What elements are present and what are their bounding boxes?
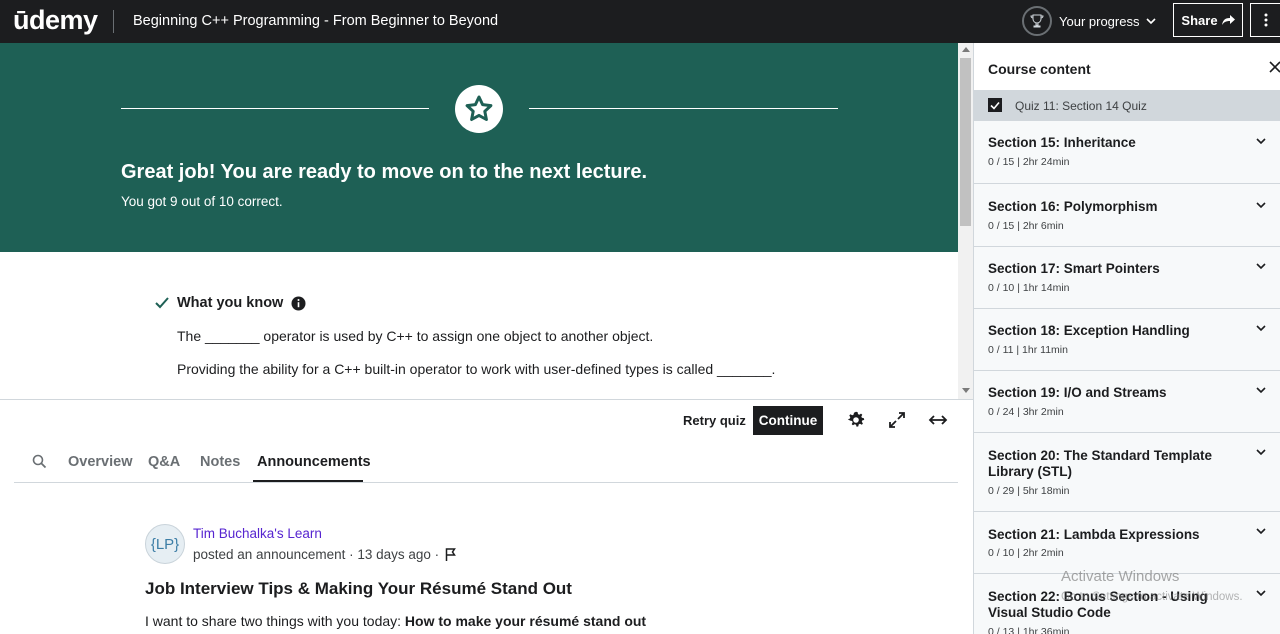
announcement-body: I want to share two things with you toda… (145, 613, 646, 629)
announcement-body-bold: How to make your résumé stand out (404, 613, 647, 629)
chevron-down-icon[interactable] (1255, 261, 1267, 271)
continue-button[interactable]: Continue (753, 406, 823, 435)
current-quiz-label: Quiz 11: Section 14 Quiz (1015, 99, 1147, 113)
content-scrollbar[interactable] (958, 43, 973, 399)
expand-width-icon[interactable] (928, 410, 948, 430)
announcement-title: Job Interview Tips & Making Your Résumé … (145, 579, 572, 598)
section-meta: 0 / 13 | 1hr 36min (988, 626, 1070, 634)
banner-divider-right (529, 108, 838, 109)
course-content-sidebar: Course content Quiz 11: Section 14 Quiz … (973, 43, 1280, 634)
flag-icon[interactable] (445, 548, 457, 561)
star-badge (455, 85, 503, 133)
checkbox-checked-icon[interactable] (988, 98, 1002, 112)
udemy-logo[interactable]: ūdemy (13, 5, 98, 36)
section-title: Section 15: Inheritance (988, 135, 1136, 150)
section-meta: 0 / 15 | 2hr 6min (988, 220, 1064, 232)
section-meta: 0 / 15 | 2hr 24min (988, 156, 1070, 168)
progress-label: Your progress (1059, 13, 1140, 29)
lecture-tabs: Overview Q&A Notes Announcements (14, 440, 958, 483)
quiz-controls-bar: Retry quiz Continue (0, 399, 973, 439)
tab-notes[interactable]: Notes (200, 454, 240, 470)
chevron-down-icon (1146, 17, 1157, 24)
section-meta: 0 / 10 | 2hr 2min (988, 547, 1064, 559)
what-you-know-panel: What you know The _______ operator is us… (0, 252, 958, 399)
scroll-down-icon[interactable] (962, 388, 970, 393)
chevron-down-icon[interactable] (1255, 136, 1267, 146)
sidebar-section[interactable]: Section 16: Polymorphism 0 / 15 | 2hr 6m… (974, 184, 1280, 247)
sidebar-section[interactable]: Section 19: I/O and Streams 0 / 24 | 3hr… (974, 371, 1280, 433)
quiz-result-banner: Great job! You are ready to move on to t… (0, 43, 958, 252)
scroll-up-icon[interactable] (962, 47, 970, 52)
sidebar-section[interactable]: Section 20: The Standard Template Librar… (974, 433, 1280, 512)
share-button[interactable]: Share (1173, 3, 1243, 37)
current-quiz-item[interactable]: Quiz 11: Section 14 Quiz (974, 91, 1280, 121)
active-tab-indicator (253, 480, 363, 482)
section-title: Section 17: Smart Pointers (988, 261, 1160, 276)
sidebar-section[interactable]: Section 21: Lambda Expressions 0 / 10 | … (974, 512, 1280, 574)
chevron-down-icon[interactable] (1255, 323, 1267, 333)
sidebar-section[interactable]: Section 17: Smart Pointers 0 / 10 | 1hr … (974, 247, 1280, 309)
announcement-body-text: I want to share two things with you toda… (145, 613, 402, 629)
section-title: Section 20: The Standard Template Librar… (988, 448, 1213, 479)
sidebar-title: Course content (988, 61, 1091, 77)
sidebar-header: Course content (974, 43, 1280, 91)
close-icon[interactable] (1267, 59, 1280, 75)
chevron-down-icon[interactable] (1255, 526, 1267, 536)
knowledge-item: Providing the ability for a C++ built-in… (177, 361, 776, 377)
course-title[interactable]: Beginning C++ Programming - From Beginne… (133, 13, 498, 29)
author-link[interactable]: Tim Buchalka's Learn (193, 526, 322, 541)
what-you-know-heading: What you know (155, 295, 306, 311)
knowledge-item: The _______ operator is used by C++ to a… (177, 328, 654, 344)
chevron-down-icon[interactable] (1255, 200, 1267, 210)
chevron-down-icon[interactable] (1255, 447, 1267, 457)
banner-title: Great job! You are ready to move on to t… (121, 161, 648, 183)
progress-dropdown[interactable]: Your progress (1022, 6, 1157, 36)
activate-windows-hint: Go to Settings to activate Windows. (1061, 591, 1243, 603)
section-meta: 0 / 29 | 5hr 18min (988, 485, 1070, 497)
what-you-know-label: What you know (177, 295, 284, 311)
share-arrow-icon (1221, 14, 1235, 25)
share-label: Share (1181, 12, 1218, 28)
section-meta: 0 / 24 | 3hr 2min (988, 406, 1064, 418)
section-title: Section 16: Polymorphism (988, 199, 1158, 214)
posted-text: posted an announcement · 13 days ago · (193, 547, 440, 562)
top-bar: ūdemy Beginning C++ Programming - From B… (0, 0, 1280, 43)
more-options-button[interactable] (1250, 3, 1280, 37)
avatar[interactable]: {LP} (145, 524, 185, 564)
section-meta: 0 / 10 | 1hr 14min (988, 282, 1070, 294)
chevron-down-icon[interactable] (1255, 385, 1267, 395)
banner-divider-left (121, 108, 429, 109)
tab-announcements[interactable]: Announcements (257, 454, 371, 470)
posted-meta: posted an announcement · 13 days ago · (193, 547, 457, 562)
section-title: Section 18: Exception Handling (988, 323, 1190, 338)
vertical-dots-icon (1264, 13, 1268, 27)
activate-windows-watermark: Activate Windows (1061, 568, 1180, 585)
top-divider (113, 10, 114, 33)
sidebar-section[interactable]: Section 18: Exception Handling 0 / 11 | … (974, 309, 1280, 371)
search-icon[interactable] (32, 454, 47, 469)
tab-overview[interactable]: Overview (68, 454, 133, 470)
chevron-down-icon[interactable] (1255, 588, 1267, 598)
star-icon (465, 95, 493, 121)
trophy-icon (1022, 6, 1052, 36)
checkmark-icon (155, 297, 169, 309)
section-meta: 0 / 11 | 1hr 11min (988, 344, 1068, 356)
info-icon[interactable] (291, 296, 306, 311)
settings-gear-icon[interactable] (846, 410, 866, 430)
retry-quiz-button[interactable]: Retry quiz (683, 413, 746, 428)
banner-subtitle: You got 9 out of 10 correct. (121, 194, 283, 209)
section-title: Section 21: Lambda Expressions (988, 527, 1200, 542)
fullscreen-icon[interactable] (887, 410, 907, 430)
scroll-thumb[interactable] (960, 58, 971, 226)
sidebar-section[interactable]: Section 15: Inheritance 0 / 15 | 2hr 24m… (974, 122, 1280, 184)
tab-qa[interactable]: Q&A (148, 454, 180, 470)
section-title: Section 19: I/O and Streams (988, 385, 1167, 400)
